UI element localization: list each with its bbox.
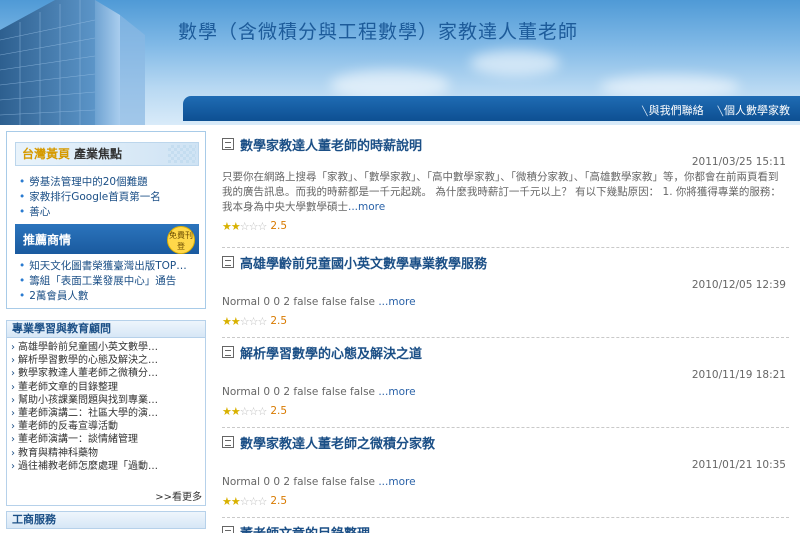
nav-link-contact[interactable]: 與我們聯絡 bbox=[642, 102, 704, 118]
rating-value: 2.5 bbox=[270, 405, 288, 417]
post-excerpt-text: 只要你在網路上搜尋「家教」、「數學家教」、「高中數學家教」、「微積分家教」、「高… bbox=[222, 171, 781, 213]
yellow-pages-promo-box: 台灣黃頁產業焦點 勞基法管理中的20個難題 家教排行Google首頁第一名 善心… bbox=[6, 131, 206, 309]
free-listing-badge[interactable]: 免費刊登 bbox=[167, 226, 195, 254]
post-date: 2011/01/21 10:35 bbox=[691, 459, 786, 471]
list-item[interactable]: 2萬會員人數 bbox=[19, 289, 197, 304]
see-more-link[interactable]: >>看更多 bbox=[155, 488, 202, 503]
post-list: 數學家教達人董老師的時薪說明 2011/03/25 15:11 只要你在網路上搜… bbox=[222, 132, 789, 533]
recommend-list: 知天文化圖書榮獲臺灣出版TOP… 籌組「表面工業發展中心」通告 2萬會員人數 bbox=[19, 259, 197, 304]
cloud-decoration bbox=[470, 50, 560, 76]
post-title-link[interactable]: 數學家教達人董老師的時薪說明 bbox=[240, 135, 422, 154]
list-item[interactable]: 董老師演講一：談情緒管理 bbox=[11, 433, 201, 446]
education-panel-title: 專業學習與教育顧問 bbox=[6, 320, 206, 338]
post-excerpt: Normal 0 0 2 false false false ...more bbox=[222, 385, 786, 400]
document-icon bbox=[222, 346, 234, 358]
post-item: 董老師文章的目錄整理 bbox=[222, 520, 789, 533]
top-nav-bar: 與我們聯絡 個人數學家教 bbox=[183, 96, 800, 121]
list-item[interactable]: 董老師的反毒宣導活動 bbox=[11, 420, 201, 433]
checker-pattern-decoration bbox=[168, 145, 196, 163]
list-item[interactable]: 勞基法管理中的20個難題 bbox=[19, 175, 197, 190]
recommend-title: 推薦商情 bbox=[23, 233, 72, 247]
rating-value: 2.5 bbox=[270, 495, 288, 507]
post-title-link[interactable]: 董老師文章的目錄整理 bbox=[240, 523, 370, 533]
document-icon bbox=[222, 138, 234, 150]
post-title-link[interactable]: 高雄學齡前兒童國小英文數學專業教學服務 bbox=[240, 253, 487, 272]
post-date: 2011/03/25 15:11 bbox=[691, 156, 786, 168]
industry-focus-list: 勞基法管理中的20個難題 家教排行Google首頁第一名 善心 bbox=[19, 175, 197, 220]
sidebar: 台灣黃頁產業焦點 勞基法管理中的20個難題 家教排行Google首頁第一名 善心… bbox=[6, 131, 206, 533]
post-item: 解析學習數學的心態及解決之道 2010/11/19 18:21 Normal 0… bbox=[222, 340, 789, 428]
document-icon bbox=[222, 256, 234, 268]
rating-value: 2.5 bbox=[270, 315, 288, 327]
post-item: 高雄學齡前兒童國小英文數學專業教學服務 2010/12/05 12:39 Nor… bbox=[222, 250, 789, 338]
read-more-link[interactable]: ...more bbox=[378, 476, 415, 488]
building-banner-image bbox=[0, 0, 145, 125]
list-item[interactable]: 知天文化圖書榮獲臺灣出版TOP… bbox=[19, 259, 197, 274]
read-more-link[interactable]: ...more bbox=[348, 201, 385, 213]
list-item[interactable]: 過往補教老師怎麼處理「過動… bbox=[11, 460, 201, 473]
nav-link-tutoring[interactable]: 個人數學家教 bbox=[718, 102, 790, 118]
star-rating[interactable]: ★★☆☆☆ bbox=[222, 495, 267, 508]
site-header: 數學（含微積分與工程數學）家教達人董老師 與我們聯絡 個人數學家教 bbox=[0, 0, 800, 125]
rating-row: ★★☆☆☆ 2.5 bbox=[222, 492, 789, 510]
list-item[interactable]: 幫助小孩課業問題與找到專業… bbox=[11, 394, 201, 407]
read-more-link[interactable]: ...more bbox=[378, 296, 415, 308]
star-rating[interactable]: ★★☆☆☆ bbox=[222, 315, 267, 328]
rating-row: ★★☆☆☆ 2.5 bbox=[222, 402, 789, 420]
post-excerpt: Normal 0 0 2 false false false ...more bbox=[222, 295, 786, 310]
post-item: 數學家教達人董老師的時薪說明 2011/03/25 15:11 只要你在網路上搜… bbox=[222, 132, 789, 248]
list-item[interactable]: 數學家教達人董老師之微積分… bbox=[11, 367, 201, 380]
list-item[interactable]: 善心 bbox=[19, 205, 197, 220]
post-excerpt-text: Normal 0 0 2 false false false bbox=[222, 476, 379, 488]
rating-value: 2.5 bbox=[270, 220, 288, 232]
site-title: 數學（含微積分與工程數學）家教達人董老師 bbox=[178, 21, 579, 43]
list-item[interactable]: 高雄學齡前兒童國小英文數學… bbox=[11, 341, 201, 354]
star-rating[interactable]: ★★☆☆☆ bbox=[222, 405, 267, 418]
post-date: 2010/12/05 12:39 bbox=[691, 279, 786, 291]
document-icon bbox=[222, 436, 234, 448]
post-date: 2010/11/19 18:21 bbox=[691, 369, 786, 381]
list-item[interactable]: 解析學習數學的心態及解決之… bbox=[11, 354, 201, 367]
post-title-link[interactable]: 解析學習數學的心態及解決之道 bbox=[240, 343, 422, 362]
rating-row: ★★☆☆☆ 2.5 bbox=[222, 312, 789, 330]
list-item[interactable]: 董老師文章的目錄整理 bbox=[11, 381, 201, 394]
list-item[interactable]: 教育與精神科藥物 bbox=[11, 447, 201, 460]
promo-header: 台灣黃頁 產業焦點 bbox=[15, 142, 199, 166]
promo-title: 產業焦點 bbox=[74, 147, 123, 161]
list-item[interactable]: 家教排行Google首頁第一名 bbox=[19, 190, 197, 205]
post-excerpt-text: Normal 0 0 2 false false false bbox=[222, 296, 379, 308]
document-icon bbox=[222, 526, 234, 533]
star-rating[interactable]: ★★☆☆☆ bbox=[222, 220, 267, 233]
post-excerpt: Normal 0 0 2 false false false ...more bbox=[222, 475, 786, 490]
post-item: 數學家教達人董老師之微積分家教 2011/01/21 10:35 Normal … bbox=[222, 430, 789, 518]
business-panel-title: 工商服務 bbox=[6, 511, 206, 529]
post-excerpt-text: Normal 0 0 2 false false false bbox=[222, 386, 379, 398]
post-excerpt: 只要你在網路上搜尋「家教」、「數學家教」、「高中數學家教」、「微積分家教」、「高… bbox=[222, 170, 786, 215]
promo-title-yellow: 台灣黃頁 bbox=[22, 147, 71, 161]
rating-row: ★★☆☆☆ 2.5 bbox=[222, 217, 789, 235]
post-title-link[interactable]: 數學家教達人董老師之微積分家教 bbox=[240, 433, 435, 452]
list-item[interactable]: 董老師演講二：社區大學的演… bbox=[11, 407, 201, 420]
read-more-link[interactable]: ...more bbox=[378, 386, 415, 398]
education-article-list: 高雄學齡前兒童國小英文數學… 解析學習數學的心態及解決之… 數學家教達人董老師之… bbox=[6, 338, 206, 506]
list-item[interactable]: 籌組「表面工業發展中心」通告 bbox=[19, 274, 197, 289]
recommend-header: 推薦商情 免費刊登 bbox=[15, 224, 199, 254]
